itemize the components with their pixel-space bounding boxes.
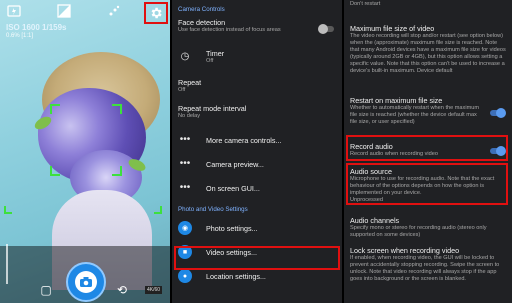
setting-audio-source[interactable]: Audio source Microphone to use for recor… <box>344 162 512 208</box>
setting-subtitle: Whether to automatically restart when th… <box>350 105 480 125</box>
menu-photo-settings[interactable]: ◉ Photo settings... <box>172 216 342 240</box>
camera-icon <box>75 271 97 293</box>
setting-value: Unprocessed <box>350 197 383 203</box>
setting-title: Restart on maximum file size <box>350 96 443 105</box>
setting-subtitle: If enabled, when recording video, the GU… <box>350 255 500 282</box>
menu-on-screen-gui[interactable]: ••• On screen GUI... <box>172 176 342 200</box>
setting-record-audio[interactable]: Record audio Record audio when recording… <box>344 136 512 162</box>
zoom-slider[interactable] <box>6 244 8 284</box>
location-icon: ● <box>178 269 192 283</box>
menu-label: Photo settings... <box>206 223 258 233</box>
menu-camera-preview[interactable]: ••• Camera preview... <box>172 152 342 176</box>
flash-icon[interactable] <box>6 4 22 20</box>
shutter-button[interactable] <box>66 262 106 302</box>
setting-restart-max-size[interactable]: Restart on maximum file size Whether to … <box>344 92 512 136</box>
settings-panel-main: Camera Controls Face detection Use face … <box>172 0 342 303</box>
setting-value: Off <box>178 87 186 93</box>
gear-icon <box>151 7 162 19</box>
setting-value: Don't restart <box>350 1 381 7</box>
setting-value: No delay <box>178 113 201 119</box>
setting-max-file-size[interactable]: Maximum file size of video The video rec… <box>344 12 512 92</box>
setting-title: Face detection <box>178 18 226 27</box>
setting-title: Audio channels <box>350 216 400 225</box>
setting-subtitle: The video recording will stop and/or res… <box>350 33 506 74</box>
camera-hud: ISO 1600 1/159s 0.6% [1:1] <box>6 24 67 40</box>
setting-timer[interactable]: ◷ Timer Off <box>172 42 342 72</box>
menu-label: Video settings... <box>206 247 258 257</box>
setting-title: Record audio <box>350 142 393 151</box>
setting-title: Repeat <box>178 78 202 87</box>
frame-guide <box>154 206 162 214</box>
video-icon: ■ <box>178 245 192 259</box>
face-detection-toggle[interactable] <box>318 24 334 34</box>
setting-title: Lock screen when recording video <box>350 246 460 255</box>
setting-title: Repeat mode interval <box>178 104 247 113</box>
setting-value: Off <box>206 58 214 64</box>
video-mode-badge: 4K/60 <box>145 286 163 294</box>
setting-subtitle: Specify mono or stereo for recording aud… <box>350 225 487 238</box>
popup-icon[interactable] <box>106 4 122 20</box>
focus-area <box>50 104 122 176</box>
settings-button[interactable] <box>144 2 168 24</box>
section-header-camera-controls: Camera Controls <box>178 6 225 13</box>
video-settings-panel: Don't restart Maximum file size of video… <box>344 0 512 303</box>
hud-status: 0.6% [1:1] <box>6 33 34 39</box>
camera-preview-panel: ISO 1600 1/159s 0.6% [1:1] ▢ ⟲ 4K/60 <box>0 0 170 303</box>
setting-repeat[interactable]: Repeat Off <box>172 72 342 98</box>
setting-title: Maximum file size of video <box>350 24 435 33</box>
setting-face-detection[interactable]: Face detection Use face detection instea… <box>172 16 342 42</box>
menu-more-camera-controls[interactable]: ••• More camera controls... <box>172 128 342 152</box>
menu-location-settings[interactable]: ● Location settings... <box>172 264 342 288</box>
section-header-photo-video: Photo and Video Settings <box>178 206 248 213</box>
record-audio-toggle[interactable] <box>490 146 506 156</box>
setting-title: Audio source <box>350 167 392 176</box>
menu-label: Location settings... <box>206 271 266 281</box>
more-dots-icon: ••• <box>179 158 191 169</box>
setting-repeat-interval[interactable]: Repeat mode interval No delay <box>172 98 342 128</box>
setting-lock-screen[interactable]: Lock screen when recording video If enab… <box>344 242 512 292</box>
frame-guide <box>4 206 12 214</box>
setting-audio-channels[interactable]: Audio channels Specify mono or stereo fo… <box>344 208 512 242</box>
more-dots-icon: ••• <box>179 182 191 193</box>
setting-subtitle: Microphone to use for recording audio. N… <box>350 176 495 196</box>
menu-label: Camera preview... <box>206 159 264 169</box>
menu-video-settings[interactable]: ■ Video settings... <box>172 240 342 264</box>
exposure-icon[interactable] <box>56 4 72 20</box>
setting-previous-value: Don't restart <box>344 0 512 12</box>
switch-camera-icon[interactable]: ⟲ <box>112 280 132 300</box>
setting-subtitle: Use face detection instead of focus area… <box>178 27 281 33</box>
menu-label: More camera controls... <box>206 135 282 145</box>
camera-icon: ◉ <box>178 221 192 235</box>
timer-icon: ◷ <box>180 51 190 62</box>
setting-title: Timer <box>206 49 225 58</box>
more-dots-icon: ••• <box>179 134 191 145</box>
menu-label: On screen GUI... <box>206 183 260 193</box>
camera-top-toolbar <box>0 0 170 24</box>
gallery-icon[interactable]: ▢ <box>36 280 56 300</box>
setting-subtitle: Record audio when recording video <box>350 151 439 157</box>
restart-toggle[interactable] <box>490 108 506 118</box>
hud-iso-shutter: ISO 1600 1/159s <box>6 23 67 32</box>
